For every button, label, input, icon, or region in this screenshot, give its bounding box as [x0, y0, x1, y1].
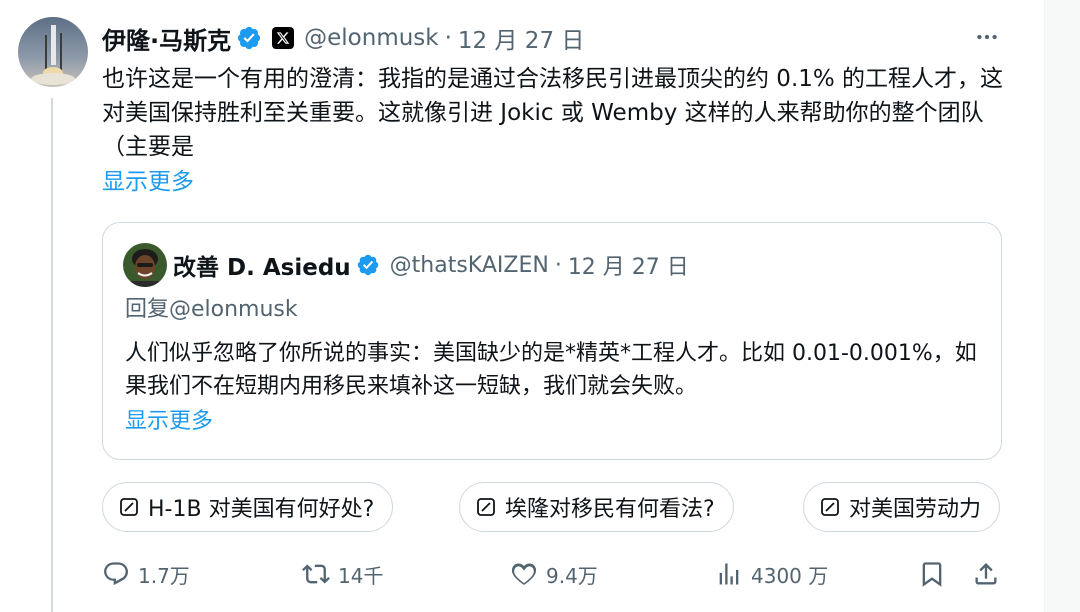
scroll-edge — [1044, 0, 1080, 612]
quote-date[interactable]: 12 月 27 日 — [568, 249, 689, 281]
share-button[interactable] — [972, 552, 1000, 596]
grok-chip[interactable]: 对美国劳动力 — [803, 482, 1001, 532]
views-count: 4300 万 — [751, 563, 829, 588]
x-logo-icon[interactable] — [272, 27, 295, 49]
quote-text: 人们似乎忽略了你所说的事实：美国缺少的是*精英*工程人才。比如 0.01-0.0… — [125, 341, 977, 399]
quoted-tweet-card[interactable]: 改善 D. Asiedu @thatsKAIZEN · 12 月 27 日 回复… — [102, 222, 1002, 460]
verified-badge-icon[interactable] — [236, 25, 262, 51]
thread-line — [51, 98, 53, 612]
grok-chip-label: H-1B 对美国有何好处? — [148, 497, 375, 522]
quote-author-name[interactable]: 改善 D. Asiedu — [173, 248, 351, 282]
reply-button[interactable]: 1.7万 — [102, 552, 190, 596]
grok-chip-label: 埃隆对移民有何看法? — [505, 497, 715, 522]
grok-suggestions: H-1B 对美国有何好处? 埃隆对移民有何看法? 对美国劳动力 — [102, 482, 1005, 534]
separator-dot: · — [554, 252, 562, 278]
verified-badge-icon[interactable] — [356, 253, 380, 277]
tweet-header: 伊隆·马斯克 @elonmusk · 12 月 27 日 — [102, 20, 584, 56]
like-count: 9.4万 — [546, 563, 598, 588]
author-handle[interactable]: @elonmusk — [304, 25, 438, 51]
like-button[interactable]: 9.4万 — [510, 552, 598, 596]
more-dots-icon[interactable] — [970, 22, 1004, 52]
views-button[interactable]: 4300 万 — [715, 552, 828, 596]
views-icon — [719, 563, 739, 585]
quote-show-more-link[interactable]: 显示更多 — [125, 405, 213, 438]
retweet-button[interactable]: 14千 — [302, 552, 383, 596]
tweet-text: 也许这是一个有用的澄清：我指的是通过合法移民引进最顶尖的约 0.1% 的工程人才… — [102, 66, 1004, 160]
quote-author-handle[interactable]: @thatsKAIZEN — [390, 253, 549, 278]
author-avatar[interactable] — [18, 17, 88, 87]
action-bar: 1.7万 14千 9.4万 4300 万 — [102, 552, 1012, 596]
retweet-count: 14千 — [338, 563, 384, 588]
quote-header: 改善 D. Asiedu @thatsKAIZEN · 12 月 27 日 — [173, 247, 689, 283]
grok-chip-label: 对美国劳动力 — [849, 497, 982, 522]
tweet-date[interactable]: 12 月 27 日 — [458, 21, 584, 55]
share-icon — [975, 563, 997, 585]
grok-chip[interactable]: 埃隆对移民有何看法? — [459, 482, 734, 532]
grok-icon — [477, 498, 495, 516]
quote-reply-to[interactable]: 回复@elonmusk — [125, 293, 298, 327]
bookmark-button[interactable] — [918, 552, 946, 596]
reply-icon — [104, 562, 128, 586]
author-name[interactable]: 伊隆·马斯克 — [102, 21, 231, 56]
grok-chip[interactable]: H-1B 对美国有何好处? — [102, 482, 394, 532]
retweet-icon — [302, 564, 330, 584]
like-icon — [511, 563, 537, 585]
reply-count: 1.7万 — [138, 563, 190, 588]
bookmark-icon — [922, 562, 942, 587]
show-more-link[interactable]: 显示更多 — [102, 165, 194, 199]
grok-icon — [821, 498, 839, 516]
separator-dot: · — [444, 25, 452, 51]
grok-icon — [120, 498, 138, 516]
quote-author-avatar[interactable] — [123, 243, 167, 287]
